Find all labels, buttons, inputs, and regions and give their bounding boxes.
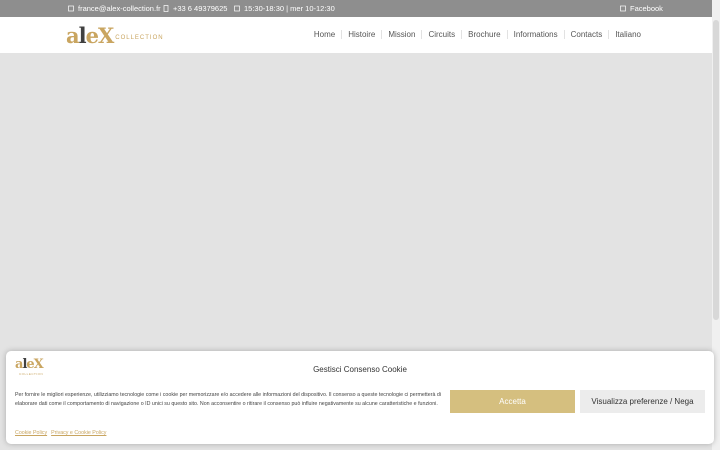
consent-links: Cookie Policy Privacy e Cookie Policy (15, 430, 110, 436)
nav-item-home[interactable]: Home (308, 30, 341, 39)
nav-item-informations[interactable]: Informations (506, 30, 564, 39)
consent-description: Per fornire le migliori esperienze, util… (15, 392, 442, 407)
main-navigation: Home Histoire Mission Circuits Brochure … (308, 30, 647, 39)
cookie-consent-banner: aleX COLLECTION Gestisci Consenso Cookie… (6, 351, 714, 444)
facebook-link[interactable]: Facebook (620, 4, 663, 13)
accept-button[interactable]: Accetta (450, 390, 575, 413)
phone-icon (163, 5, 169, 12)
top-info-bar: france@alex-collection.fr +33 6 49379625… (0, 0, 720, 17)
phone-text[interactable]: +33 6 49379625 (173, 4, 227, 13)
site-logo[interactable]: aleX COLLECTION (66, 21, 164, 49)
privacy-policy-link[interactable]: Privacy e Cookie Policy (51, 430, 106, 436)
clock-icon (234, 5, 240, 12)
nav-item-contacts[interactable]: Contacts (563, 30, 609, 39)
logo-mark: aleX (66, 22, 114, 48)
logo-suffix: COLLECTION (115, 35, 164, 41)
opening-hours: 15:30-18:30 | mer 10-12:30 (234, 4, 335, 13)
nav-item-italiano[interactable]: Italiano (608, 30, 647, 39)
consent-title: Gestisci Consenso Cookie (313, 365, 407, 374)
nav-item-circuits[interactable]: Circuits (421, 30, 461, 39)
facebook-label[interactable]: Facebook (630, 4, 663, 13)
site-header: aleX COLLECTION Home Histoire Mission Ci… (0, 17, 712, 54)
hours-text: 15:30-18:30 | mer 10-12:30 (244, 4, 335, 13)
envelope-icon (68, 5, 74, 12)
nav-item-brochure[interactable]: Brochure (461, 30, 506, 39)
email-text[interactable]: france@alex-collection.fr (78, 4, 161, 13)
email-contact[interactable]: france@alex-collection.fr (68, 4, 161, 13)
view-preferences-button[interactable]: Visualizza preferenze / Nega (580, 390, 705, 413)
cookie-policy-link[interactable]: Cookie Policy (15, 430, 47, 436)
facebook-icon (620, 5, 626, 12)
nav-item-mission[interactable]: Mission (381, 30, 421, 39)
phone-contact[interactable]: +33 6 49379625 (163, 4, 227, 13)
nav-item-histoire[interactable]: Histoire (341, 30, 381, 39)
scrollbar-thumb[interactable] (713, 20, 719, 320)
